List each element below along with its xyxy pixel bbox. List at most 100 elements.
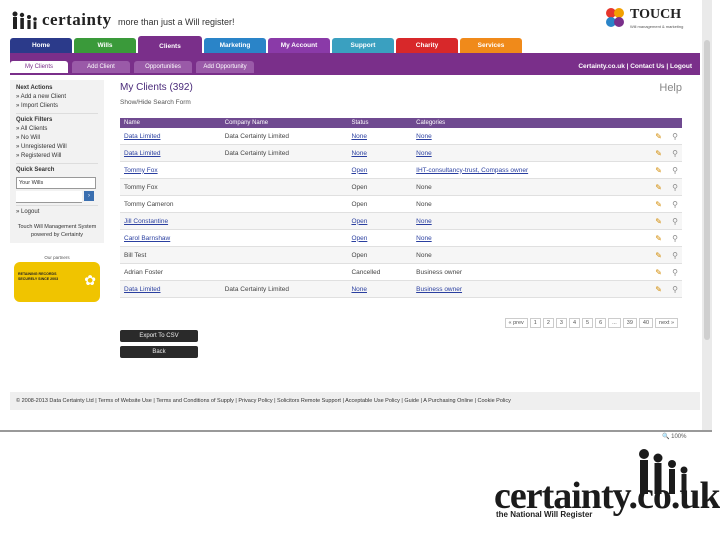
scrollbar-thumb[interactable] — [704, 40, 710, 340]
client-name[interactable]: Carol Barnshaw — [120, 229, 221, 247]
nav-tab-marketing[interactable]: Marketing — [204, 38, 266, 53]
client-categories[interactable]: Business owner — [412, 280, 623, 298]
show-hide-search-link[interactable]: Show/Hide Search Form — [120, 99, 682, 106]
pager-item[interactable]: 39 — [622, 318, 637, 328]
attachment-icon[interactable]: ⚲ — [668, 166, 678, 175]
site-footer[interactable]: © 2008-2013 Data Certainty Ltd | Terms o… — [10, 392, 700, 410]
edit-pencil-icon[interactable]: ✎ — [652, 149, 662, 158]
column-header-name[interactable]: Name — [120, 118, 221, 128]
subtab-add-client[interactable]: Add Client — [72, 61, 130, 73]
filter-registered-will[interactable]: » Registered Will — [16, 152, 98, 161]
edit-pencil-icon[interactable]: ✎ — [652, 285, 662, 294]
client-categories[interactable]: None — [412, 229, 623, 247]
vertical-scrollbar[interactable] — [702, 0, 712, 430]
edit-pencil-icon[interactable]: ✎ — [652, 200, 662, 209]
nav-tab-charity[interactable]: Charity — [396, 38, 458, 53]
subtab-add-opportunity[interactable]: Add Opportunity — [196, 61, 254, 73]
attachment-icon[interactable]: ⚲ — [668, 149, 678, 158]
client-categories[interactable]: IHT-consultancy-trust, Compass owner — [412, 161, 623, 179]
client-categories[interactable]: None — [412, 128, 623, 145]
edit-pencil-icon[interactable]: ✎ — [652, 132, 662, 141]
pager-item[interactable]: next » — [655, 318, 678, 328]
client-status[interactable]: Open — [347, 161, 413, 179]
attachment-icon[interactable]: ⚲ — [668, 251, 678, 260]
logout-link[interactable]: » Logout — [16, 208, 98, 217]
powered-by-text: Touch Will Management System powered by … — [17, 224, 97, 238]
pager-item[interactable]: 2 — [542, 318, 554, 328]
certainty-logo[interactable]: certainty — [42, 10, 112, 30]
table-row[interactable]: Data Limited Data Certainty Limited None Bu… — [120, 280, 682, 298]
column-header-company-name[interactable]: Company Name — [220, 118, 348, 128]
company-name: Data Certainty Limited — [220, 128, 348, 145]
column-header-categories[interactable]: Categories — [412, 118, 623, 128]
subtab-my-clients[interactable]: My Clients — [10, 61, 68, 73]
nav-tab-wills[interactable]: Wills — [74, 38, 136, 53]
quick-search-input[interactable] — [16, 191, 82, 203]
client-name[interactable]: Data Limited — [120, 144, 221, 162]
nav-tab-my-account[interactable]: My Account — [268, 38, 330, 53]
subtab-opportunities[interactable]: Opportunities — [134, 61, 192, 73]
client-name[interactable]: Data Limited — [120, 128, 221, 145]
client-status[interactable]: None — [347, 128, 413, 145]
nav-tab-support[interactable]: Support — [332, 38, 394, 53]
client-name[interactable]: Tommy Fox — [120, 161, 221, 179]
pager-item[interactable]: 4 — [568, 318, 581, 328]
edit-pencil-icon[interactable]: ✎ — [652, 166, 662, 175]
client-status[interactable]: Open — [347, 229, 413, 247]
attachment-icon[interactable]: ⚲ — [668, 217, 678, 226]
divider — [16, 205, 98, 206]
table-row[interactable]: Carol Barnshaw Open None ✎ ⚲ — [120, 229, 682, 247]
table-row[interactable]: Tommy Fox Open IHT-consultancy-trust, Comp… — [120, 161, 682, 179]
client-status[interactable]: Open — [347, 212, 413, 230]
attachment-icon[interactable]: ⚲ — [668, 183, 678, 192]
back-button[interactable]: Back — [120, 346, 198, 358]
nav-tab-home[interactable]: Home — [10, 38, 72, 53]
client-name[interactable]: Jill Constantine — [120, 212, 221, 230]
search-go-button[interactable]: › — [84, 191, 94, 201]
header-links[interactable]: Certainty.co.uk | Contact Us | Logout — [578, 63, 692, 70]
pager-item[interactable]: 1 — [529, 318, 541, 328]
client-categories: None — [412, 195, 623, 213]
table-row[interactable]: Adrian Foster Cancelled Business owner ✎ ⚲ — [120, 263, 682, 281]
table-row[interactable]: Data Limited Data Certainty Limited None No… — [120, 128, 682, 145]
client-categories[interactable]: None — [412, 212, 623, 230]
edit-pencil-icon[interactable]: ✎ — [652, 183, 662, 192]
client-name[interactable]: Data Limited — [120, 280, 221, 298]
pager-item[interactable]: « prev — [504, 318, 528, 328]
edit-pencil-icon[interactable]: ✎ — [652, 234, 662, 243]
table-row[interactable]: Bill Test Open None ✎ ⚲ — [120, 246, 682, 264]
badge-text: RETAINING RECORDS SECURELY SINCE 2003 — [18, 272, 59, 281]
attachment-icon[interactable]: ⚲ — [668, 200, 678, 209]
pager-item[interactable]: 5 — [582, 318, 594, 328]
attachment-icon[interactable]: ⚲ — [668, 132, 678, 141]
pager-item[interactable]: 3 — [555, 318, 567, 328]
client-categories[interactable]: None — [412, 144, 623, 162]
edit-pencil-icon[interactable]: ✎ — [652, 217, 662, 226]
attachment-icon[interactable]: ⚲ — [668, 285, 678, 294]
edit-pencil-icon[interactable]: ✎ — [652, 251, 662, 260]
table-row[interactable]: Tommy Cameron Open None ✎ ⚲ — [120, 195, 682, 213]
add-client-link[interactable]: » Add a new Client — [16, 93, 98, 102]
import-clients-link[interactable]: » Import Clients — [16, 102, 98, 111]
attachment-icon[interactable]: ⚲ — [668, 234, 678, 243]
client-status[interactable]: None — [347, 280, 413, 298]
help-link[interactable]: Help — [659, 82, 682, 94]
attachment-icon[interactable]: ⚲ — [668, 268, 678, 277]
export-csv-button[interactable]: Export To CSV — [120, 330, 198, 342]
pager-item[interactable]: 6 — [595, 318, 607, 328]
zoom-level[interactable]: 🔍 100% — [662, 433, 686, 440]
pager-item[interactable]: 40 — [638, 318, 654, 328]
pager-item[interactable]: ... — [608, 318, 621, 328]
search-type-select[interactable]: Your Wills — [16, 177, 96, 189]
table-row[interactable]: Jill Constantine Open None ✎ ⚲ — [120, 212, 682, 230]
table-row[interactable]: Tommy Fox Open None ✎ ⚲ — [120, 178, 682, 196]
quick-search-row: › — [16, 191, 98, 203]
edit-pencil-icon[interactable]: ✎ — [652, 268, 662, 277]
nav-tab-services[interactable]: Services — [460, 38, 522, 53]
table-row[interactable]: Data Limited Data Certainty Limited None No… — [120, 144, 682, 162]
column-header-status[interactable]: Status — [347, 118, 413, 128]
filter-no-will[interactable]: » No Will — [16, 134, 98, 143]
client-status[interactable]: None — [347, 144, 413, 162]
filter-all-clients[interactable]: » All Clients — [16, 125, 98, 134]
filter-unregistered-will[interactable]: » Unregistered Will — [16, 143, 98, 152]
